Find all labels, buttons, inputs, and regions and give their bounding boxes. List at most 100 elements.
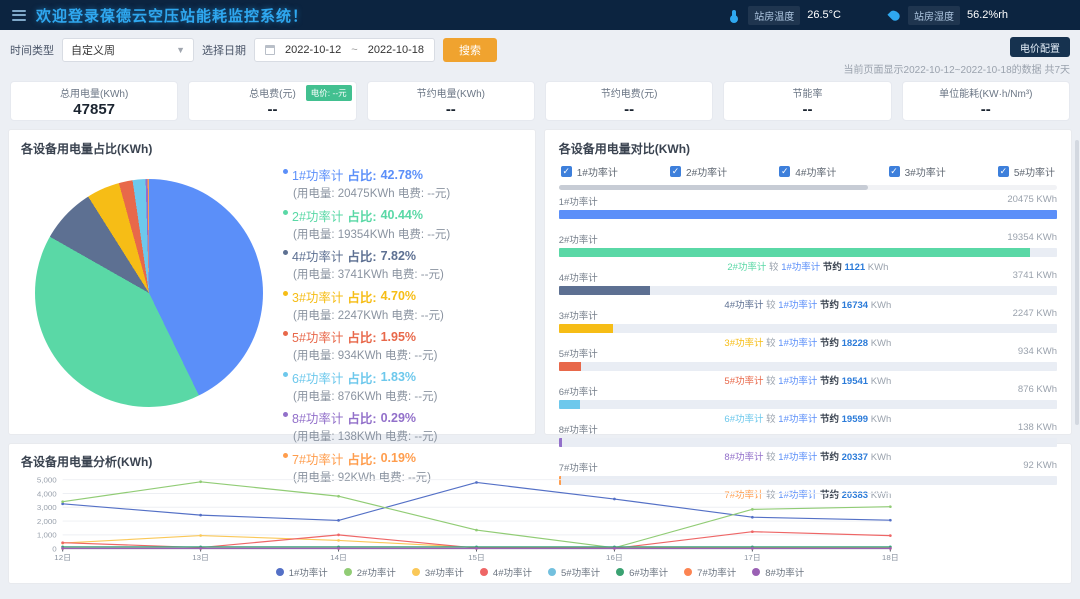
legend-detail: (用电量: 19354KWh 电费: --元) — [283, 226, 523, 242]
legend-dot — [752, 568, 760, 576]
device-usage-line-chart[interactable]: 01,0002,0003,0004,0005,00012日13日14日15日16… — [21, 472, 1059, 564]
horizontal-scrollbar-thumb[interactable] — [559, 185, 868, 190]
station-humidity-value: 56.2%rh — [967, 9, 1008, 21]
legend-label: 2#功率计 — [357, 565, 396, 579]
legend-detail: (用电量: 876KWh 电费: --元) — [283, 388, 523, 404]
date-end-value[interactable]: 2022-10-18 — [368, 44, 424, 56]
line-legend-item[interactable]: 2#功率计 — [344, 565, 396, 579]
legend-label: 5#功率计 — [561, 565, 600, 579]
legend-label: 4#功率计 — [493, 565, 532, 579]
bar-row[interactable]: 2#功率计19354 KWh2#功率计 较 1#功率计 节约 1121 KWh — [559, 232, 1057, 270]
time-type-selected-value: 自定义周 — [71, 42, 115, 58]
bar-value-label: 20475 KWh — [1007, 194, 1057, 208]
checkbox-checked-icon[interactable]: ✓ — [998, 166, 1009, 177]
legend-dot — [283, 331, 288, 336]
line-legend-item[interactable]: 5#功率计 — [548, 565, 600, 579]
line-legend-item[interactable]: 1#功率计 — [276, 565, 328, 579]
svg-text:3,000: 3,000 — [37, 503, 58, 512]
legend-dot — [283, 210, 288, 215]
line-legend-item[interactable]: 8#功率计 — [752, 565, 804, 579]
price-config-button[interactable]: 电价配置 — [1010, 37, 1070, 57]
pie-legend-entry[interactable]: 1#功率计占比:42.78%(用电量: 20475KWh 电费: --元) — [283, 165, 523, 201]
bar-row[interactable]: 3#功率计2247 KWh3#功率计 较 1#功率计 节约 18228 KWh — [559, 308, 1057, 346]
menu-icon[interactable] — [12, 10, 26, 21]
bar-track — [559, 438, 1057, 447]
svg-text:5,000: 5,000 — [37, 476, 58, 485]
horizontal-scrollbar[interactable] — [559, 185, 1057, 190]
checkbox-checked-icon[interactable]: ✓ — [670, 166, 681, 177]
device-checkbox-row: ✓1#功率计✓2#功率计✓4#功率计✓3#功率计✓5#功率计 — [559, 164, 1057, 179]
pie-legend-entry[interactable]: 5#功率计占比:1.95%(用电量: 934KWh 电费: --元) — [283, 327, 523, 363]
stat-card-value: -- — [624, 101, 634, 118]
line-legend-item[interactable]: 7#功率计 — [684, 565, 736, 579]
legend-percent: 40.44% — [381, 208, 423, 222]
line-legend-item[interactable]: 3#功率计 — [412, 565, 464, 579]
legend-detail: (用电量: 138KWh 电费: --元) — [283, 428, 523, 444]
bar-device-name: 5#功率计 — [559, 346, 598, 360]
bar-panel-title: 各设备用电量对比(KWh) — [559, 140, 1057, 157]
bar-fill — [559, 362, 582, 371]
checkbox-checked-icon[interactable]: ✓ — [779, 166, 790, 177]
line-legend-item[interactable]: 4#功率计 — [480, 565, 532, 579]
stat-card-label: 单位能耗(KW·h/Nm³) — [939, 85, 1032, 100]
legend-ratio-word: 占比: — [347, 368, 376, 387]
legend-label: 3#功率计 — [425, 565, 464, 579]
legend-label: 1#功率计 — [289, 565, 328, 579]
top-navbar: 欢迎登录葆德云空压站能耗监控系统！ 站房温度 26.5°C 站房湿度 56.2%… — [0, 0, 1080, 30]
checkbox-checked-icon[interactable]: ✓ — [889, 166, 900, 177]
legend-dot — [276, 568, 284, 576]
checkbox-label: 5#功率计 — [1014, 164, 1055, 179]
date-range-label: 选择日期 — [202, 42, 246, 58]
bar-row[interactable]: 1#功率计20475 KWh — [559, 194, 1057, 232]
date-range-note: 当前页面显示2022-10-12~2022-10-18的数据 共7天 — [844, 61, 1070, 76]
bar-row[interactable]: 5#功率计934 KWh5#功率计 较 1#功率计 节约 19541 KWh — [559, 346, 1057, 384]
svg-text:18日: 18日 — [882, 553, 899, 562]
stat-card-value: 47857 — [73, 101, 115, 118]
search-button[interactable]: 搜索 — [443, 38, 497, 62]
bar-saving-note: 5#功率计 较 1#功率计 节约 19541 KWh — [559, 373, 1057, 384]
station-temperature-label: 站房温度 — [748, 6, 800, 25]
device-checkbox[interactable]: ✓1#功率计 — [561, 164, 618, 179]
bar-row[interactable]: 4#功率计3741 KWh4#功率计 较 1#功率计 节约 16734 KWh — [559, 270, 1057, 308]
bar-device-name: 2#功率计 — [559, 232, 598, 246]
bar-row[interactable]: 6#功率计876 KWh6#功率计 较 1#功率计 节约 19599 KWh — [559, 384, 1057, 422]
pie-legend-entry[interactable]: 2#功率计占比:40.44%(用电量: 19354KWh 电费: --元) — [283, 206, 523, 242]
bar-fill — [559, 324, 614, 333]
time-type-select[interactable]: 自定义周 ▼ — [62, 38, 194, 62]
stat-card-4: 节能率-- — [723, 81, 891, 121]
bar-device-name: 8#功率计 — [559, 422, 598, 436]
bar-track — [559, 324, 1057, 333]
legend-dot — [684, 568, 692, 576]
page-scrollbar[interactable] — [1075, 140, 1079, 425]
legend-percent: 0.29% — [381, 411, 416, 425]
calendar-icon — [265, 45, 275, 55]
legend-dot — [480, 568, 488, 576]
device-checkbox[interactable]: ✓2#功率计 — [670, 164, 727, 179]
station-temperature: 站房温度 26.5°C — [727, 6, 841, 25]
pie-panel: 各设备用电量占比(KWh) 1#功率计占比:42.78%(用电量: 20475K… — [8, 129, 536, 435]
legend-dot — [412, 568, 420, 576]
date-start-value[interactable]: 2022-10-12 — [285, 44, 341, 56]
date-range-picker[interactable]: 2022-10-12 ~ 2022-10-18 — [254, 38, 435, 62]
bar-device-name: 3#功率计 — [559, 308, 598, 322]
pie-legend-entry[interactable]: 6#功率计占比:1.83%(用电量: 876KWh 电费: --元) — [283, 368, 523, 404]
bar-fill — [559, 286, 650, 295]
bar-track — [559, 286, 1057, 295]
device-checkbox[interactable]: ✓ 5#功率计 — [998, 164, 1055, 179]
pie-legend-entry[interactable]: 4#功率计占比:7.82%(用电量: 3741KWh 电费: --元) — [283, 246, 523, 282]
pie-legend-entry[interactable]: 3#功率计占比:4.70%(用电量: 2247KWh 电费: --元) — [283, 287, 523, 323]
svg-text:4,000: 4,000 — [37, 489, 58, 498]
stat-card-2: 节约电量(KWh)-- — [367, 81, 535, 121]
device-usage-pie-chart[interactable] — [35, 179, 263, 407]
bar-device-name: 4#功率计 — [559, 270, 598, 284]
legend-device-name: 8#功率计 — [292, 408, 343, 427]
bar-track — [559, 210, 1057, 219]
device-checkbox[interactable]: ✓3#功率计 — [889, 164, 946, 179]
pie-legend-entry[interactable]: 8#功率计占比:0.29%(用电量: 138KWh 电费: --元) — [283, 408, 523, 444]
bar-value-label: 876 KWh — [1018, 384, 1057, 398]
stats-cards-row: 总用电量(KWh)47857总电费(元)--电价: --元节约电量(KWh)--… — [10, 81, 1070, 121]
station-temperature-value: 26.5°C — [807, 9, 841, 21]
device-checkbox[interactable]: ✓4#功率计 — [779, 164, 836, 179]
line-legend-item[interactable]: 6#功率计 — [616, 565, 668, 579]
checkbox-checked-icon[interactable]: ✓ — [561, 166, 572, 177]
